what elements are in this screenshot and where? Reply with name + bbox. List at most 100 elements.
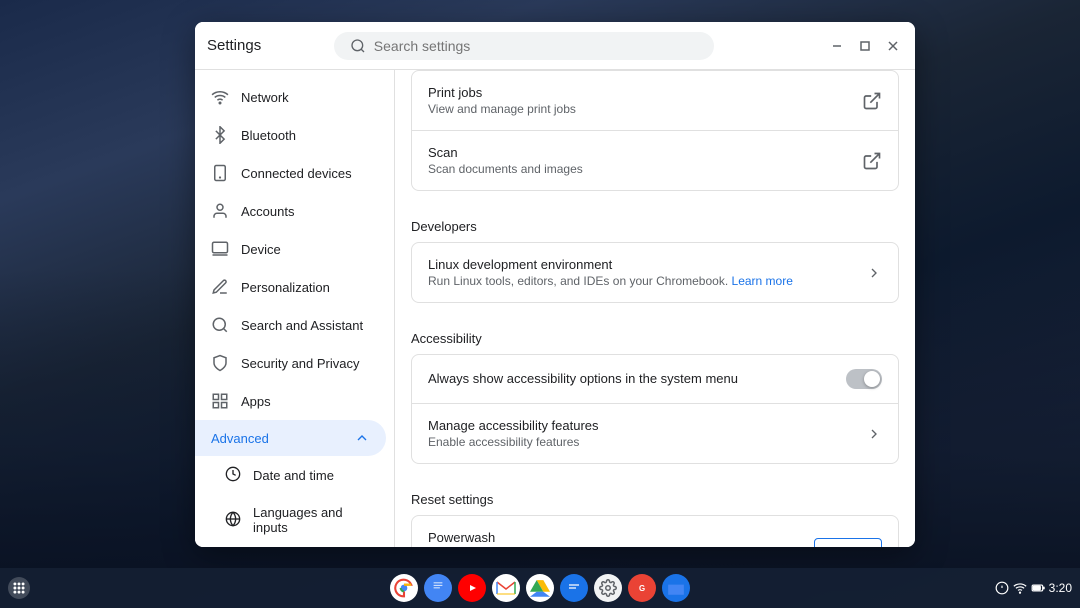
manage-accessibility-title: Manage accessibility features [428, 418, 866, 433]
chevron-right-icon [866, 265, 882, 281]
account-svg: G [633, 579, 651, 597]
taskbar-account-icon[interactable]: G [628, 574, 656, 602]
globe-icon [225, 511, 241, 530]
sidebar-label-apps: Apps [241, 394, 271, 409]
taskbar-drive-icon[interactable] [526, 574, 554, 602]
powerwash-action: Reset [814, 538, 882, 547]
laptop-icon [211, 240, 229, 258]
sidebar-item-network[interactable]: Network [195, 78, 386, 116]
gmail-svg [496, 580, 516, 596]
accessibility-toggle-action [846, 369, 882, 389]
info-icon [995, 581, 1009, 595]
window-body: Network Bluetooth [195, 70, 915, 547]
sidebar-item-apps[interactable]: Apps [195, 382, 386, 420]
sidebar-item-search-assistant[interactable]: Search and Assistant [195, 306, 386, 344]
scan-title: Scan [428, 145, 862, 160]
minimize-button[interactable] [827, 36, 847, 56]
scan-external-link-icon [862, 151, 882, 171]
taskbar-messages-icon[interactable] [560, 574, 588, 602]
taskbar-gmail-icon[interactable] [492, 574, 520, 602]
sidebar-label-accounts: Accounts [241, 204, 294, 219]
accessibility-card: Always show accessibility options in the… [411, 354, 899, 464]
sidebar-item-bluetooth[interactable]: Bluetooth [195, 116, 386, 154]
svg-text:G: G [639, 584, 645, 593]
accessibility-toggle[interactable] [846, 369, 882, 389]
powerwash-content: Powerwash Remove all user accounts and r… [428, 530, 814, 547]
accessibility-options-item[interactable]: Always show accessibility options in the… [412, 355, 898, 404]
print-jobs-title: Print jobs [428, 85, 862, 100]
time-display: 3:20 [1049, 581, 1072, 595]
sidebar-item-languages-inputs[interactable]: Languages and inputs [195, 495, 386, 545]
developers-section-title: Developers [411, 203, 899, 242]
sidebar-label-advanced: Advanced [211, 431, 269, 446]
learn-more-link[interactable]: Learn more [732, 274, 793, 288]
maximize-button[interactable] [855, 36, 875, 56]
close-button[interactable] [883, 36, 903, 56]
linux-dev-item[interactable]: Linux development environment Run Linux … [412, 243, 898, 302]
sidebar-label-connected-devices: Connected devices [241, 166, 352, 181]
linux-dev-desc: Run Linux tools, editors, and IDEs on yo… [428, 274, 866, 288]
sidebar-item-connected-devices[interactable]: Connected devices [195, 154, 386, 192]
taskbar-files-icon[interactable] [662, 574, 690, 602]
external-link-icon [862, 91, 882, 111]
youtube-svg [463, 581, 481, 595]
launcher-button[interactable] [8, 577, 30, 599]
pencil-icon [211, 278, 229, 296]
sidebar-label-bluetooth: Bluetooth [241, 128, 296, 143]
powerwash-title: Powerwash [428, 530, 814, 545]
manage-accessibility-chevron-icon [866, 426, 882, 442]
taskbar-settings-icon[interactable] [594, 574, 622, 602]
window-controls [827, 36, 903, 56]
person-icon [211, 202, 229, 220]
reset-button[interactable]: Reset [814, 538, 882, 547]
sidebar-item-personalization[interactable]: Personalization [195, 268, 386, 306]
launcher-icon [12, 581, 26, 595]
sidebar-item-advanced[interactable]: Advanced [195, 420, 386, 456]
sidebar-label-device: Device [241, 242, 281, 257]
manage-accessibility-content: Manage accessibility features Enable acc… [428, 418, 866, 449]
system-tray: 3:20 [995, 581, 1072, 595]
devices-icon [211, 164, 229, 182]
manage-accessibility-desc: Enable accessibility features [428, 435, 866, 449]
print-jobs-desc: View and manage print jobs [428, 102, 862, 116]
sidebar-item-date-time[interactable]: Date and time [195, 456, 386, 495]
window-title: Settings [207, 37, 261, 54]
accessibility-options-content: Always show accessibility options in the… [428, 371, 846, 388]
search-input-wrap [334, 32, 714, 60]
taskbar-youtube-icon[interactable] [458, 574, 486, 602]
taskbar-center: G [390, 574, 690, 602]
print-jobs-content: Print jobs View and manage print jobs [428, 85, 862, 116]
reset-settings-section-title: Reset settings [411, 476, 899, 515]
print-jobs-item[interactable]: Print jobs View and manage print jobs [412, 71, 898, 131]
window-titlebar: Settings [195, 22, 915, 70]
print-jobs-action [862, 91, 882, 111]
taskbar-left [8, 577, 30, 599]
sidebar-item-security-privacy[interactable]: Security and Privacy [195, 344, 386, 382]
sidebar-label-date-time: Date and time [253, 468, 334, 483]
sidebar-label-personalization: Personalization [241, 280, 330, 295]
clock-icon [225, 466, 241, 485]
scan-item[interactable]: Scan Scan documents and images [412, 131, 898, 190]
desktop: Settings [0, 0, 1080, 608]
wifi-status-icon [1013, 581, 1027, 595]
grid-icon [211, 392, 229, 410]
main-content: Print jobs View and manage print jobs Sc… [395, 70, 915, 547]
linux-dev-content: Linux development environment Run Linux … [428, 257, 866, 288]
settings-window: Settings [195, 22, 915, 547]
linux-dev-desc-text: Run Linux tools, editors, and IDEs on yo… [428, 274, 728, 288]
sidebar-item-accounts[interactable]: Accounts [195, 192, 386, 230]
sidebar-item-device[interactable]: Device [195, 230, 386, 268]
sidebar-item-files[interactable]: Files [195, 545, 386, 547]
taskbar-chrome-icon[interactable] [390, 574, 418, 602]
bluetooth-icon [211, 126, 229, 144]
docs-svg [430, 578, 446, 598]
search-input[interactable] [374, 38, 698, 54]
powerwash-item: Powerwash Remove all user accounts and r… [412, 516, 898, 547]
accessibility-section-title: Accessibility [411, 315, 899, 354]
shield-icon [211, 354, 229, 372]
files-svg [667, 580, 685, 596]
developers-card: Linux development environment Run Linux … [411, 242, 899, 303]
manage-accessibility-item[interactable]: Manage accessibility features Enable acc… [412, 404, 898, 463]
chevron-up-icon [354, 430, 370, 446]
taskbar-docs-icon[interactable] [424, 574, 452, 602]
